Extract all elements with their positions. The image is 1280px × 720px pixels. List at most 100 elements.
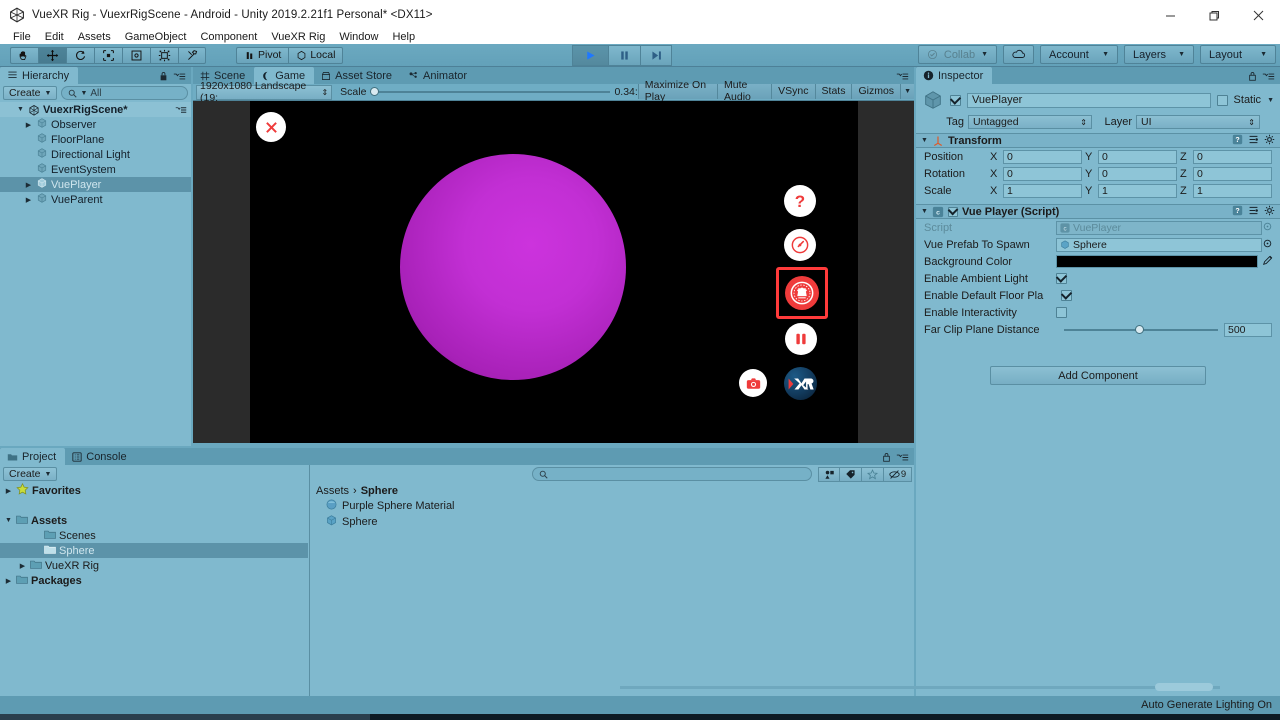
interactivity-checkbox[interactable]	[1056, 307, 1067, 318]
filter-favorites-icon[interactable]	[862, 466, 884, 482]
minimize-button[interactable]	[1148, 0, 1192, 30]
aspect-ratio-dropdown[interactable]: 1920x1080 Landscape (19: ⇕	[196, 80, 333, 104]
gizmos-dropdown[interactable]: ▼	[900, 83, 914, 99]
custom-editor-tool-icon[interactable]	[178, 46, 206, 64]
object-name-input[interactable]: VuePlayer	[967, 92, 1211, 108]
chevron-right-icon[interactable]: ▶	[24, 196, 33, 204]
help-icon[interactable]: ?	[1232, 205, 1243, 219]
close-button[interactable]	[1236, 0, 1280, 30]
project-tree-item-assets[interactable]: ▼ Assets	[0, 513, 308, 528]
hierarchy-item-vueplayer[interactable]: ▶ VuePlayer	[0, 177, 191, 192]
ambient-light-checkbox[interactable]	[1056, 273, 1067, 284]
chevron-down-icon[interactable]: ▼	[16, 106, 25, 113]
gizmos-toggle[interactable]: Gizmos	[851, 83, 901, 99]
overlay-close-button[interactable]	[256, 112, 286, 142]
add-component-button[interactable]: Add Component	[990, 366, 1206, 385]
cloud-button[interactable]	[1003, 45, 1034, 64]
overlay-model-button[interactable]	[785, 276, 819, 310]
scrollbar-thumb[interactable]	[1155, 683, 1213, 691]
preset-icon[interactable]	[1248, 205, 1259, 219]
menu-assets[interactable]: Assets	[71, 30, 118, 44]
project-tree-item-packages[interactable]: ▶ Packages	[0, 573, 308, 588]
pause-button[interactable]	[608, 45, 640, 66]
local-toggle[interactable]: Local	[288, 46, 344, 64]
script-enabled-checkbox[interactable]	[947, 206, 958, 217]
lock-icon[interactable]	[882, 452, 891, 465]
overlay-xr-logo-button[interactable]	[784, 367, 817, 400]
background-color-swatch[interactable]	[1056, 255, 1258, 268]
lock-icon[interactable]	[159, 71, 168, 84]
scale-tool-icon[interactable]	[94, 46, 122, 64]
project-create-button[interactable]: Create ▼	[3, 467, 58, 481]
maximize-button[interactable]	[1192, 0, 1236, 30]
transform-position-z-input[interactable]: 0	[1193, 149, 1272, 164]
static-checkbox[interactable]	[1216, 94, 1228, 106]
transform-rotation-y-input[interactable]: 0	[1098, 166, 1177, 181]
vue-player-script-header[interactable]: ▼ c Vue Player (Script) ?	[916, 204, 1280, 219]
project-search-input[interactable]	[532, 467, 812, 481]
gear-icon[interactable]	[1264, 134, 1275, 148]
play-button[interactable]	[572, 45, 608, 66]
hierarchy-item-observer[interactable]: ▶ Observer	[0, 117, 191, 132]
transform-rotation-z-input[interactable]: 0	[1193, 166, 1272, 181]
tag-dropdown[interactable]: Untagged ⇕	[968, 115, 1092, 129]
hand-tool-icon[interactable]	[10, 46, 38, 64]
transform-scale-x-input[interactable]: 1	[1003, 183, 1082, 198]
game-render-canvas[interactable]: ?	[250, 101, 858, 443]
menu-window[interactable]: Window	[332, 30, 385, 44]
panel-menu-icon[interactable]	[896, 72, 909, 84]
transform-position-x-input[interactable]: 0	[1003, 149, 1082, 164]
transform-scale-z-input[interactable]: 1	[1193, 183, 1272, 198]
chevron-down-icon[interactable]: ▼	[921, 137, 928, 144]
overlay-help-button[interactable]: ?	[784, 185, 816, 217]
menu-help[interactable]: Help	[385, 30, 422, 44]
filter-by-label-icon[interactable]	[840, 466, 862, 482]
project-horizontal-scrollbar[interactable]	[620, 682, 1220, 692]
chevron-right-icon[interactable]: ▶	[18, 562, 27, 570]
breadcrumb-sphere[interactable]: Sphere	[361, 485, 398, 497]
tab-console[interactable]: Console	[65, 448, 136, 465]
chevron-down-icon[interactable]: ▼	[4, 517, 13, 524]
help-icon[interactable]: ?	[1232, 134, 1243, 148]
transform-position-y-input[interactable]: 0	[1098, 149, 1177, 164]
project-tree-item-scenes[interactable]: Scenes	[0, 528, 308, 543]
far-clip-slider[interactable]	[1064, 323, 1218, 337]
hierarchy-item-eventsystem[interactable]: EventSystem	[0, 162, 191, 177]
panel-menu-icon[interactable]	[1262, 72, 1275, 84]
step-button[interactable]	[640, 45, 672, 66]
scene-context-menu-icon[interactable]	[175, 106, 191, 114]
layout-button[interactable]: Layout ▼	[1200, 45, 1276, 64]
overlay-pause-button[interactable]	[785, 323, 817, 355]
breadcrumb-assets[interactable]: Assets	[316, 485, 349, 497]
hierarchy-search-input[interactable]: ▼ All	[61, 86, 188, 100]
mute-audio-toggle[interactable]: Mute Audio	[717, 79, 772, 103]
hierarchy-scene-row[interactable]: ▼ VuexrRigScene*	[0, 102, 191, 117]
asset-item-purple-sphere-material[interactable]: Purple Sphere Material	[310, 498, 914, 514]
scale-slider-track[interactable]	[370, 87, 611, 96]
chevron-right-icon[interactable]: ▶	[4, 487, 13, 495]
layer-dropdown[interactable]: UI ⇕	[1136, 115, 1260, 129]
object-enabled-checkbox[interactable]	[950, 94, 961, 106]
pivot-toggle[interactable]: Pivot	[236, 46, 289, 64]
transform-rotation-x-input[interactable]: 0	[1003, 166, 1082, 181]
object-picker-icon[interactable]	[1263, 239, 1272, 251]
tab-asset-store[interactable]: Asset Store	[314, 67, 402, 84]
gear-icon[interactable]	[1264, 205, 1275, 219]
transform-tool-icon[interactable]	[150, 46, 178, 64]
lock-icon[interactable]	[1248, 71, 1257, 84]
panel-menu-icon[interactable]	[173, 72, 186, 84]
tab-hierarchy[interactable]: Hierarchy	[0, 67, 79, 84]
layers-button[interactable]: Layers ▼	[1124, 45, 1194, 64]
filter-by-type-icon[interactable]	[818, 466, 840, 482]
far-clip-input[interactable]: 500	[1224, 322, 1272, 337]
hidden-packages-indicator[interactable]: 9	[884, 466, 912, 482]
tab-animator[interactable]: Animator	[401, 67, 477, 84]
asset-item-sphere[interactable]: Sphere	[310, 514, 914, 530]
menu-edit[interactable]: Edit	[38, 30, 71, 44]
rect-tool-icon[interactable]	[122, 46, 150, 64]
project-tree-item-sphere[interactable]: Sphere	[0, 543, 308, 558]
hierarchy-item-floorplane[interactable]: FloorPlane	[0, 132, 191, 147]
transform-scale-y-input[interactable]: 1	[1098, 183, 1177, 198]
menu-component[interactable]: Component	[193, 30, 264, 44]
far-clip-slider-knob[interactable]	[1134, 325, 1144, 334]
